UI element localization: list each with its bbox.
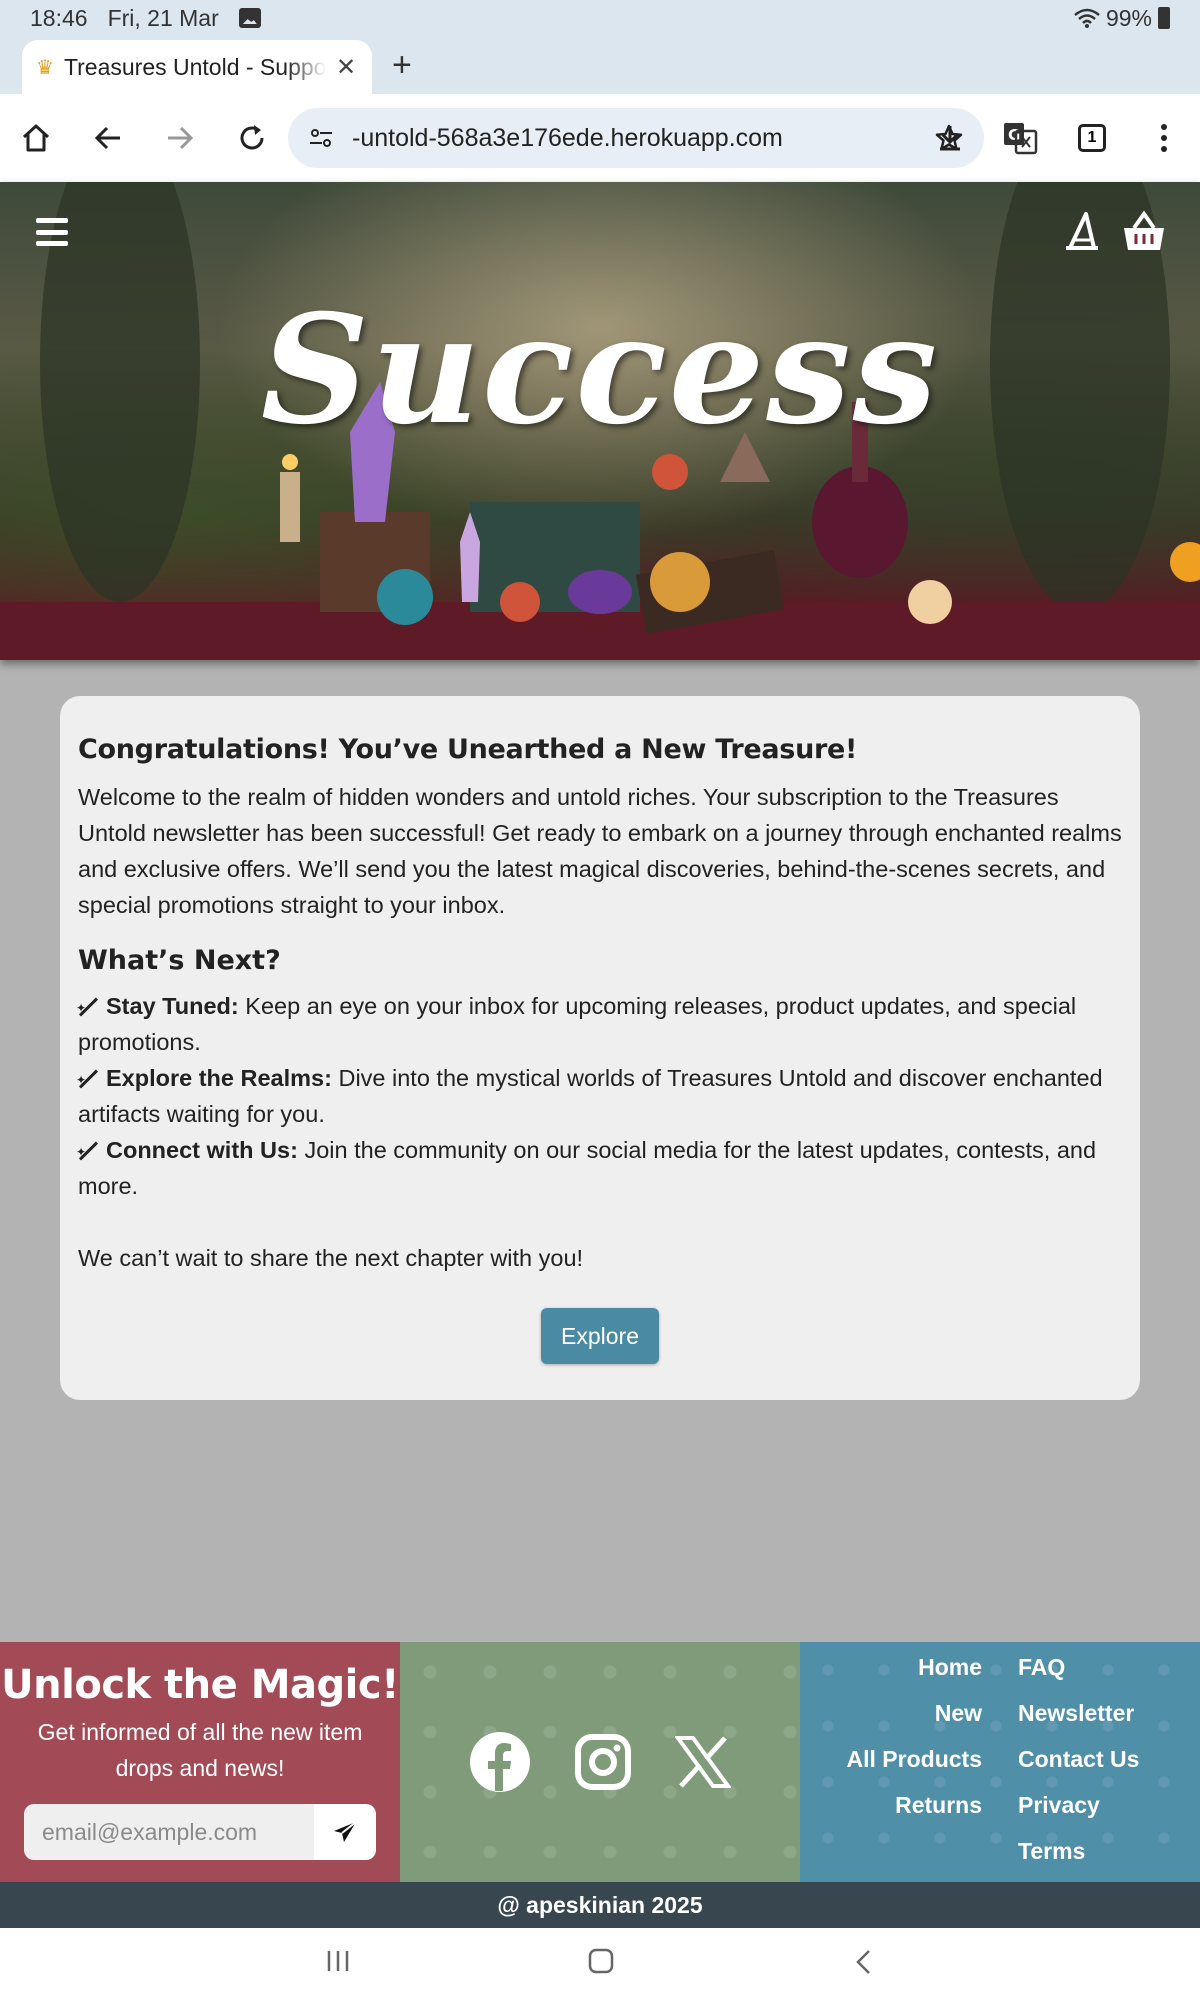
system-navigation-bar <box>0 1928 1200 2000</box>
site-favicon-icon: ♛ <box>36 56 54 79</box>
send-icon <box>334 1821 357 1842</box>
email-field[interactable] <box>24 1804 314 1860</box>
card-intro: Welcome to the realm of hidden wonders a… <box>78 784 1122 918</box>
closing-text: We can’t wait to share the next chapter … <box>78 1245 584 1271</box>
newsletter-title: Unlock the Magic! <box>1 1662 399 1708</box>
newsletter-text: Get informed of all the new item <box>37 1719 363 1745</box>
footer-link-returns[interactable]: Returns <box>895 1792 982 1819</box>
address-bar[interactable]: -untold-568a3e176ede.herokuapp.com <box>288 108 984 168</box>
hamburger-menu-icon[interactable] <box>36 218 68 246</box>
translate-icon[interactable]: G <box>1000 118 1040 158</box>
footer-link-newsletter[interactable]: Newsletter <box>1018 1700 1134 1727</box>
status-bar: 18:46 Fri, 21 Mar 99% <box>0 0 1200 36</box>
forward-icon[interactable] <box>160 118 200 158</box>
tab-title: Treasures Untold - Support <box>63 53 326 80</box>
date: Fri, 21 Mar <box>107 4 219 31</box>
explore-button[interactable]: Explore <box>541 1308 659 1364</box>
newsletter-section: Unlock the Magic! Get informed of all th… <box>0 1642 400 1882</box>
x-twitter-icon[interactable] <box>675 1736 731 1788</box>
social-section <box>400 1642 800 1882</box>
battery-icon <box>1158 7 1170 29</box>
tab-switcher-button[interactable]: 1 <box>1072 118 1112 158</box>
magic-wand-icon <box>76 990 98 1026</box>
home-nav-icon[interactable] <box>588 1948 614 1974</box>
footer-link-all-products[interactable]: All Products <box>847 1746 982 1773</box>
page-title: Success <box>260 282 940 458</box>
list-item: Connect with Us: Join the community on o… <box>76 1132 1122 1204</box>
wifi-icon <box>1074 8 1100 28</box>
list-item: Stay Tuned: Keep an eye on your inbox fo… <box>76 988 1122 1060</box>
footer-link-home[interactable]: Home <box>918 1654 982 1681</box>
image-notification-icon <box>238 8 261 28</box>
svg-text:G: G <box>1008 126 1020 144</box>
tab-strip: ♛ Treasures Untold - Support ✕ + <box>0 36 1200 94</box>
new-tab-icon[interactable]: + <box>392 46 412 85</box>
magic-wand-icon <box>76 1062 98 1098</box>
instagram-icon[interactable] <box>575 1734 631 1790</box>
back-icon[interactable] <box>88 118 128 158</box>
download-icon[interactable] <box>930 118 970 158</box>
site-settings-icon[interactable] <box>308 125 334 151</box>
card-heading: Congratulations! You’ve Unearthed a New … <box>78 734 858 765</box>
clock: 18:46 <box>30 4 88 31</box>
close-tab-icon[interactable]: ✕ <box>336 53 356 82</box>
home-icon[interactable] <box>16 118 56 158</box>
footer-link-contact[interactable]: Contact Us <box>1018 1746 1139 1773</box>
facebook-icon[interactable] <box>469 1731 531 1793</box>
toolbar: -untold-568a3e176ede.herokuapp.com G 1 <box>0 94 1200 182</box>
whats-next-heading: What’s Next? <box>78 945 281 976</box>
battery-level: 99% <box>1105 4 1152 31</box>
wizard-hat-icon[interactable] <box>1060 210 1104 254</box>
recent-apps-icon[interactable] <box>326 1948 350 1974</box>
copyright: @ apeskinian 2025 <box>0 1882 1200 1928</box>
subscribe-form <box>24 1804 376 1860</box>
footer-link-privacy[interactable]: Privacy <box>1018 1792 1100 1819</box>
basket-icon[interactable] <box>1120 210 1168 254</box>
footer-links: Home FAQ New Newsletter All Products Con… <box>800 1642 1200 1882</box>
newsletter-text: drops and news! <box>115 1755 285 1781</box>
tab-count: 1 <box>1078 124 1106 152</box>
back-nav-icon[interactable] <box>854 1948 872 1976</box>
more-menu-icon[interactable] <box>1144 118 1184 158</box>
footer-link-terms[interactable]: Terms <box>1018 1838 1085 1865</box>
hero-banner: Success <box>0 182 1200 660</box>
subscribe-button[interactable] <box>314 1804 376 1860</box>
success-card: Congratulations! You’ve Unearthed a New … <box>60 696 1140 1400</box>
browser-tab[interactable]: ♛ Treasures Untold - Support ✕ <box>22 40 372 94</box>
url-text[interactable]: -untold-568a3e176ede.herokuapp.com <box>352 124 822 153</box>
list-item: Explore the Realms: Dive into the mystic… <box>76 1060 1122 1132</box>
footer-link-faq[interactable]: FAQ <box>1018 1654 1065 1681</box>
footer-link-new[interactable]: New <box>935 1700 982 1727</box>
reload-icon[interactable] <box>232 118 272 158</box>
footer: Unlock the Magic! Get informed of all th… <box>0 1642 1200 1882</box>
magic-wand-icon <box>76 1134 98 1170</box>
